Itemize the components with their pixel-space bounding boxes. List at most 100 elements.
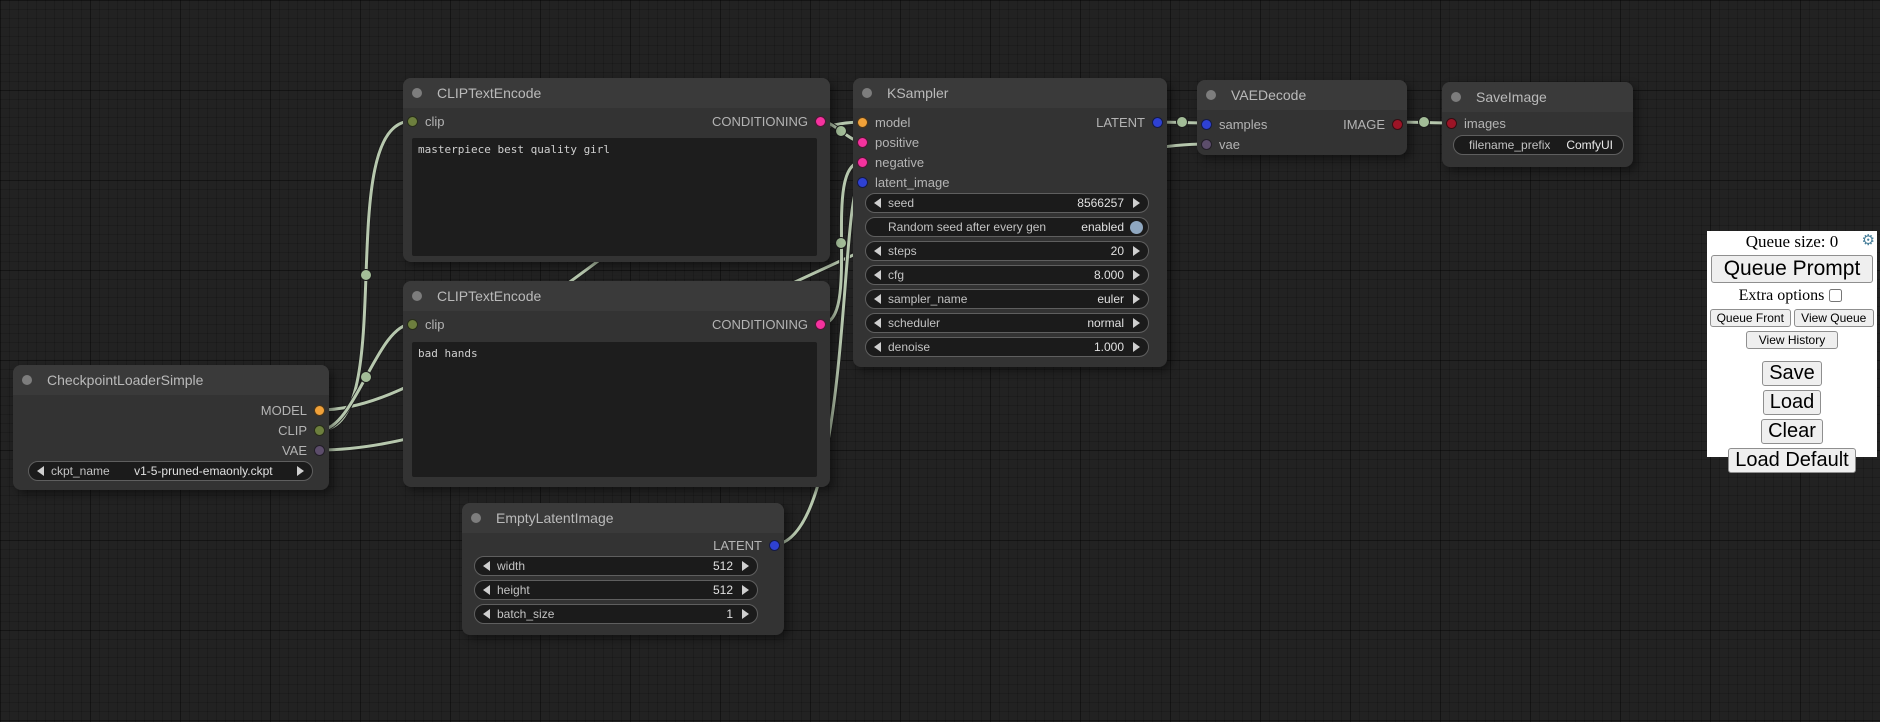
widget-denoise[interactable]: denoise 1.000 — [865, 337, 1149, 357]
collapse-dot-icon[interactable] — [471, 513, 481, 523]
load-button[interactable]: Load — [1763, 390, 1822, 415]
prompt-textarea-negative[interactable]: bad hands — [412, 342, 817, 477]
widget-sampler-name[interactable]: sampler_name euler — [865, 289, 1149, 309]
input-port-vae[interactable]: vae — [1201, 134, 1240, 154]
increment-arrow-icon[interactable] — [742, 609, 749, 619]
port-label: vae — [1219, 137, 1240, 152]
node-clip-text-encode-positive[interactable]: CLIPTextEncode clip CONDITIONING masterp… — [403, 78, 830, 262]
output-port-latent[interactable]: LATENT — [713, 535, 780, 555]
port-dot-image[interactable] — [1446, 118, 1457, 129]
increment-arrow-icon[interactable] — [297, 466, 304, 476]
widget-filename-prefix[interactable]: filename_prefix ComfyUI — [1453, 135, 1624, 155]
widget-batch-size[interactable]: batch_size 1 — [474, 604, 758, 624]
collapse-dot-icon[interactable] — [862, 88, 872, 98]
input-port-latent-image[interactable]: latent_image — [857, 172, 949, 192]
increment-arrow-icon[interactable] — [1133, 246, 1140, 256]
settings-gear-icon[interactable]: ⚙ — [1862, 233, 1875, 250]
port-dot-conditioning[interactable] — [815, 116, 826, 127]
output-port-latent[interactable]: LATENT — [1096, 112, 1163, 132]
port-dot-latent[interactable] — [1201, 119, 1212, 130]
output-port-vae[interactable]: VAE — [282, 440, 325, 460]
input-port-clip[interactable]: clip — [407, 314, 445, 334]
output-port-conditioning[interactable]: CONDITIONING — [712, 111, 826, 131]
widget-cfg[interactable]: cfg 8.000 — [865, 265, 1149, 285]
view-queue-button[interactable]: View Queue — [1794, 309, 1875, 327]
port-dot-clip[interactable] — [407, 319, 418, 330]
input-port-samples[interactable]: samples — [1201, 114, 1267, 134]
input-port-model[interactable]: model — [857, 112, 910, 132]
widget-width[interactable]: width 512 — [474, 556, 758, 576]
decrement-arrow-icon[interactable] — [483, 561, 490, 571]
queue-front-button[interactable]: Queue Front — [1710, 309, 1791, 327]
node-clip-text-encode-negative[interactable]: CLIPTextEncode clip CONDITIONING bad han… — [403, 281, 830, 487]
queue-size-label: Queue size: 0 — [1746, 232, 1839, 251]
node-ksampler[interactable]: KSampler model positive negative latent_… — [853, 78, 1167, 367]
input-port-images[interactable]: images — [1446, 113, 1506, 133]
increment-arrow-icon[interactable] — [1133, 318, 1140, 328]
decrement-arrow-icon[interactable] — [874, 294, 881, 304]
decrement-arrow-icon[interactable] — [874, 342, 881, 352]
port-dot-conditioning[interactable] — [857, 137, 868, 148]
node-save-image[interactable]: SaveImage images filename_prefix ComfyUI — [1442, 82, 1633, 167]
widget-ckpt-name[interactable]: ckpt_name v1-5-pruned-emaonly.ckpt — [28, 461, 313, 481]
widget-seed[interactable]: seed 8566257 — [865, 193, 1149, 213]
port-dot-clip[interactable] — [407, 116, 418, 127]
node-graph-canvas[interactable]: CheckpointLoaderSimple MODEL CLIP VAE ck… — [0, 0, 1880, 722]
increment-arrow-icon[interactable] — [742, 561, 749, 571]
node-title: CheckpointLoaderSimple — [13, 365, 329, 395]
save-button[interactable]: Save — [1762, 361, 1822, 386]
increment-arrow-icon[interactable] — [1133, 342, 1140, 352]
port-dot-latent[interactable] — [769, 540, 780, 551]
port-dot-vae[interactable] — [1201, 139, 1212, 150]
collapse-dot-icon[interactable] — [22, 375, 32, 385]
queue-prompt-button[interactable]: Queue Prompt — [1711, 255, 1873, 283]
decrement-arrow-icon[interactable] — [483, 585, 490, 595]
port-dot-latent[interactable] — [1152, 117, 1163, 128]
toggle-on-icon[interactable] — [1130, 221, 1143, 234]
clear-button[interactable]: Clear — [1761, 419, 1823, 444]
decrement-arrow-icon[interactable] — [37, 466, 44, 476]
prompt-textarea-positive[interactable]: masterpiece best quality girl — [412, 138, 817, 256]
increment-arrow-icon[interactable] — [742, 585, 749, 595]
widget-scheduler[interactable]: scheduler normal — [865, 313, 1149, 333]
increment-arrow-icon[interactable] — [1133, 270, 1140, 280]
port-dot-conditioning[interactable] — [857, 157, 868, 168]
view-history-button[interactable]: View History — [1746, 331, 1838, 349]
collapse-dot-icon[interactable] — [1206, 90, 1216, 100]
decrement-arrow-icon[interactable] — [874, 270, 881, 280]
widget-value: 1.000 — [1094, 340, 1124, 354]
increment-arrow-icon[interactable] — [1133, 198, 1140, 208]
port-dot-conditioning[interactable] — [815, 319, 826, 330]
decrement-arrow-icon[interactable] — [483, 609, 490, 619]
widget-label: width — [497, 559, 525, 573]
port-dot-model[interactable] — [314, 405, 325, 416]
input-port-clip[interactable]: clip — [407, 111, 445, 131]
output-port-conditioning[interactable]: CONDITIONING — [712, 314, 826, 334]
widget-random-seed-toggle[interactable]: Random seed after every gen enabled — [865, 217, 1149, 237]
port-dot-latent[interactable] — [857, 177, 868, 188]
widget-steps[interactable]: steps 20 — [865, 241, 1149, 261]
input-port-negative[interactable]: negative — [857, 152, 924, 172]
node-vae-decode[interactable]: VAEDecode samples vae IMAGE — [1197, 80, 1407, 155]
output-port-model[interactable]: MODEL — [261, 400, 325, 420]
node-checkpoint-loader-simple[interactable]: CheckpointLoaderSimple MODEL CLIP VAE ck… — [13, 365, 329, 490]
collapse-dot-icon[interactable] — [412, 88, 422, 98]
decrement-arrow-icon[interactable] — [874, 246, 881, 256]
extra-options-checkbox[interactable] — [1829, 289, 1842, 302]
load-default-button[interactable]: Load Default — [1728, 448, 1855, 473]
collapse-dot-icon[interactable] — [1451, 92, 1461, 102]
port-label: CONDITIONING — [712, 114, 808, 129]
node-empty-latent-image[interactable]: EmptyLatentImage LATENT width 512 height… — [462, 503, 784, 635]
decrement-arrow-icon[interactable] — [874, 318, 881, 328]
port-dot-image[interactable] — [1392, 119, 1403, 130]
decrement-arrow-icon[interactable] — [874, 198, 881, 208]
output-port-image[interactable]: IMAGE — [1343, 114, 1403, 134]
increment-arrow-icon[interactable] — [1133, 294, 1140, 304]
collapse-dot-icon[interactable] — [412, 291, 422, 301]
output-port-clip[interactable]: CLIP — [278, 420, 325, 440]
port-dot-clip[interactable] — [314, 425, 325, 436]
port-dot-model[interactable] — [857, 117, 868, 128]
port-dot-vae[interactable] — [314, 445, 325, 456]
widget-height[interactable]: height 512 — [474, 580, 758, 600]
input-port-positive[interactable]: positive — [857, 132, 919, 152]
